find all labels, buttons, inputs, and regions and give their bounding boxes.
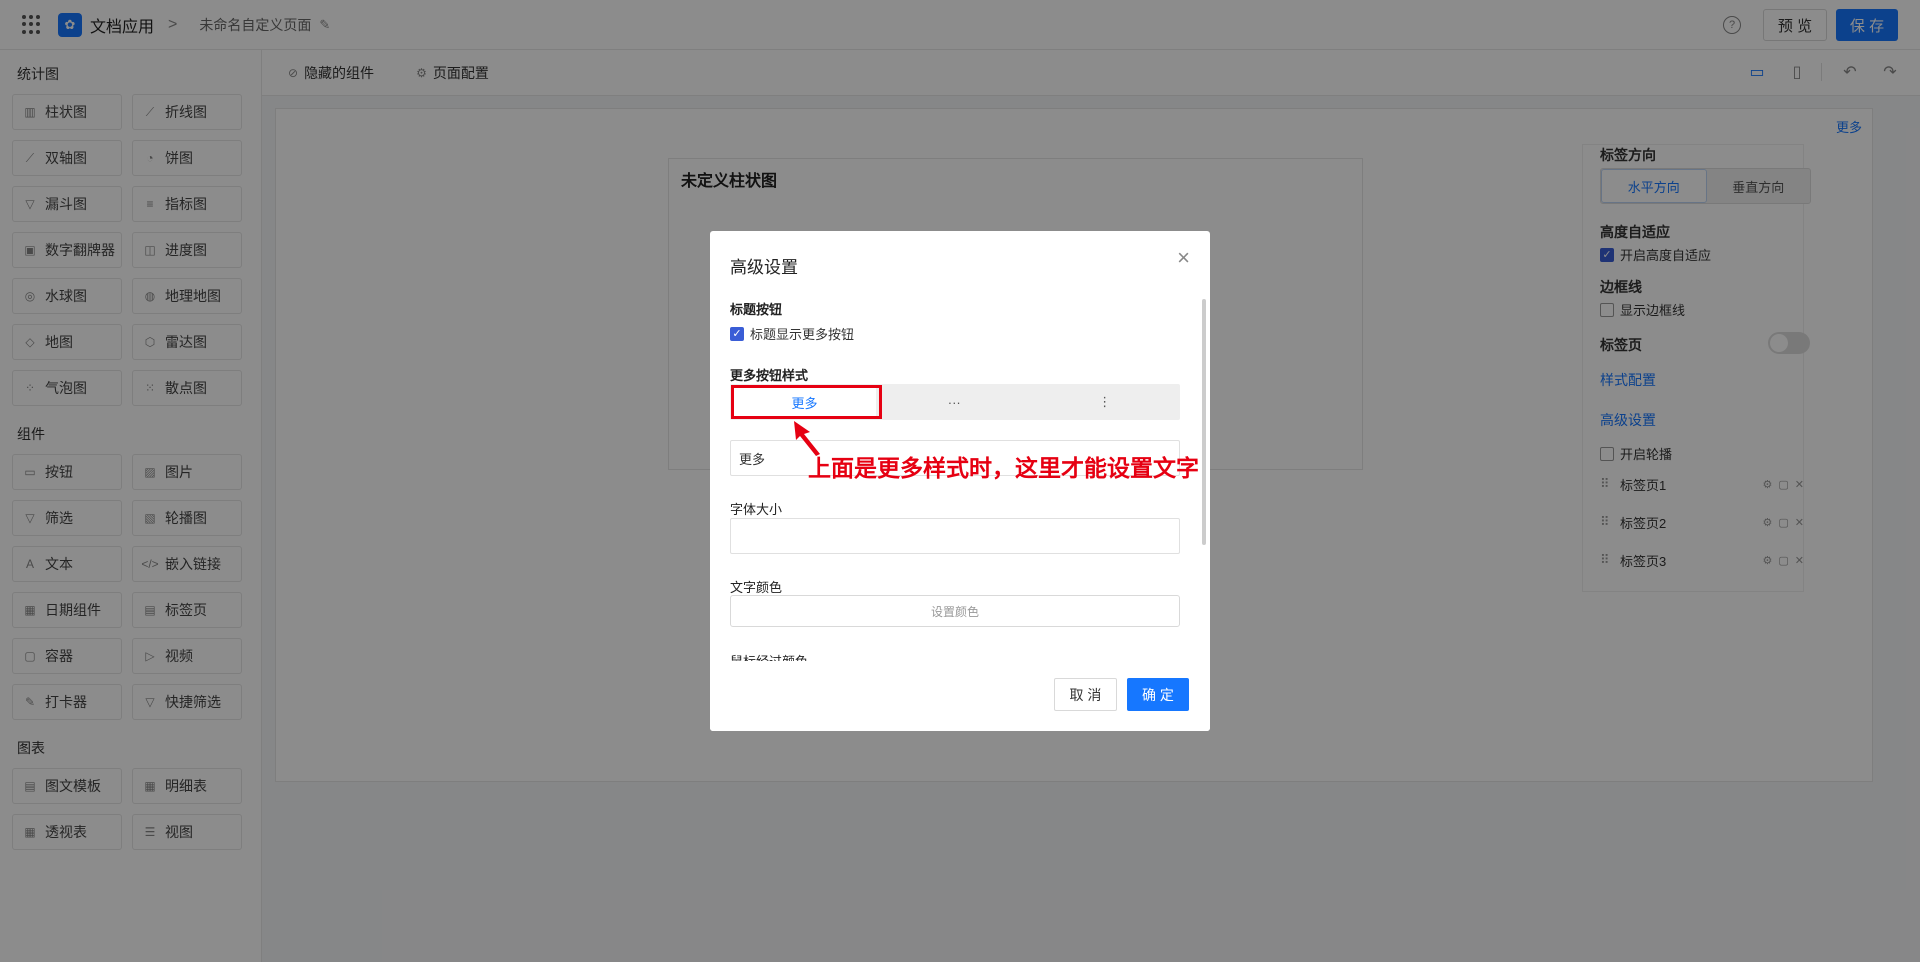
close-icon[interactable]: ×: [1177, 247, 1190, 269]
dialog-scrollbar[interactable]: [1202, 299, 1206, 545]
title-button-heading: 标题按钮: [730, 302, 783, 317]
cancel-button[interactable]: 取 消: [1054, 678, 1117, 711]
confirm-button[interactable]: 确 定: [1127, 678, 1189, 711]
text-color-label: 文字颜色: [730, 580, 783, 595]
font-size-label: 字体大小: [730, 502, 783, 517]
annotation-text: 上面是更多样式时，这里才能设置文字: [808, 455, 1199, 481]
style-option-vertical-dots[interactable]: ⋮: [1030, 384, 1181, 420]
set-color-button[interactable]: 设置颜色: [730, 595, 1180, 627]
more-style-heading: 更多按钮样式: [730, 368, 809, 383]
highlight-box: [731, 385, 882, 419]
style-option-ellipsis[interactable]: ···: [879, 384, 1030, 420]
show-more-label: 标题显示更多按钮: [750, 327, 855, 342]
checkbox-checked-icon: ✓: [730, 326, 744, 341]
font-size-input[interactable]: [730, 518, 1180, 554]
show-more-checkbox[interactable]: ✓ 标题显示更多按钮: [730, 324, 854, 343]
dialog-title: 高级设置: [730, 258, 798, 277]
